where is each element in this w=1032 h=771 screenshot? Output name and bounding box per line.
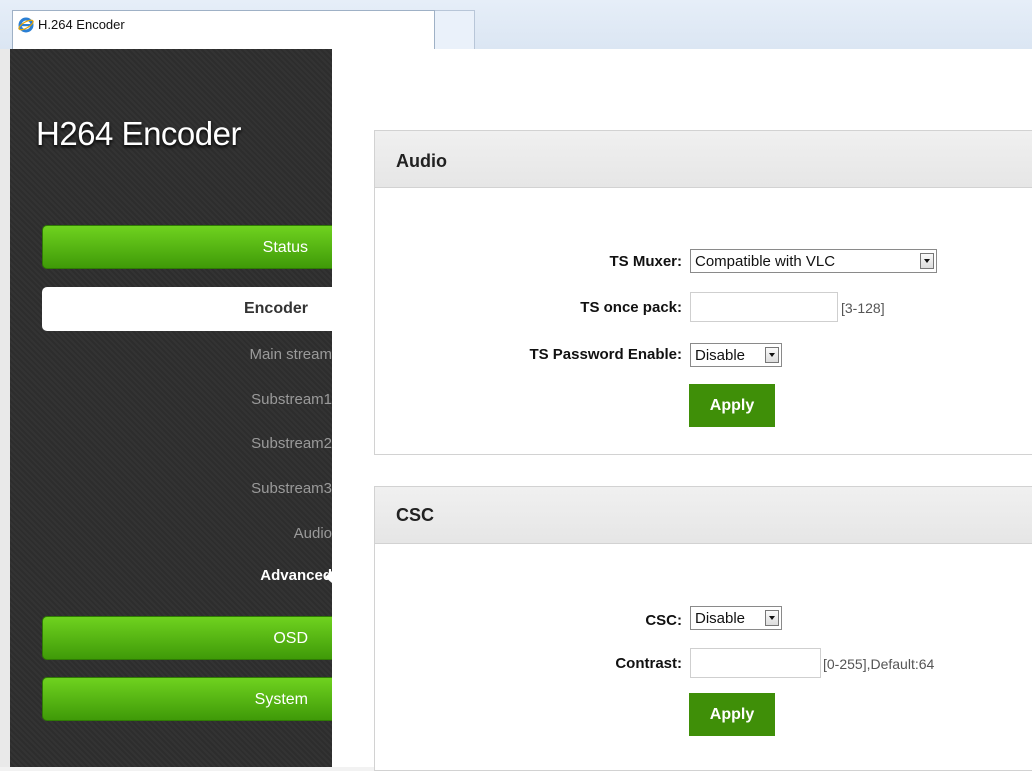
ts-muxer-select[interactable]: Compatible with VLC xyxy=(690,249,937,273)
nav-encoder-label: Encoder xyxy=(243,300,308,317)
sidebar-item-main-stream[interactable]: Main stream xyxy=(249,346,332,363)
csc-panel-header xyxy=(375,487,1032,544)
contrast-label: Contrast: xyxy=(615,655,682,672)
ts-once-pack-label: TS once pack: xyxy=(580,299,682,316)
ts-once-pack-input[interactable] xyxy=(690,292,838,322)
csc-apply-button[interactable]: Apply xyxy=(689,693,775,736)
nav-encoder[interactable]: Encoder xyxy=(42,287,332,331)
browser-tab-title: H.264 Encoder xyxy=(38,17,125,32)
nav-system-label: System xyxy=(254,691,308,708)
csc-label: CSC: xyxy=(645,612,682,629)
ts-muxer-value: Compatible with VLC xyxy=(695,253,836,270)
sidebar-item-substream2[interactable]: Substream2 xyxy=(251,435,332,452)
window-left-edge xyxy=(0,49,10,767)
browser-tab-bar: H.264 Encoder xyxy=(0,0,1032,50)
contrast-input[interactable] xyxy=(690,648,821,678)
csc-panel-title: CSC xyxy=(396,505,435,525)
csc-value: Disable xyxy=(695,610,746,627)
sidebar-item-audio[interactable]: Audio xyxy=(294,525,332,542)
audio-panel-title: Audio xyxy=(396,151,447,171)
audio-apply-button[interactable]: Apply xyxy=(689,384,775,427)
chevron-down-icon xyxy=(765,347,779,363)
ts-password-value: Disable xyxy=(695,347,746,364)
audio-panel-header xyxy=(375,131,1032,188)
sidebar-item-substream1[interactable]: Substream1 xyxy=(251,391,332,408)
ts-password-select[interactable]: Disable xyxy=(690,343,782,367)
chevron-down-icon xyxy=(765,610,779,626)
ie-browser-icon xyxy=(18,17,34,33)
nav-status-label: Status xyxy=(262,239,308,256)
nav-system[interactable]: System xyxy=(42,677,332,721)
csc-select[interactable]: Disable xyxy=(690,606,782,630)
contrast-hint: [0-255],Default:64 xyxy=(823,656,935,672)
ts-once-pack-hint: [3-128] xyxy=(841,300,885,316)
nav-osd-label: OSD xyxy=(273,630,308,647)
sidebar-item-substream3[interactable]: Substream3 xyxy=(251,480,332,497)
selected-arrow-icon xyxy=(325,571,332,583)
sidebar-item-advanced[interactable]: Advanced xyxy=(260,567,332,584)
nav-osd[interactable]: OSD xyxy=(42,616,332,660)
ts-password-label: TS Password Enable: xyxy=(529,346,682,363)
ts-muxer-label: TS Muxer: xyxy=(609,253,682,270)
brand-title: H264 Encoder xyxy=(36,115,241,152)
new-tab-button[interactable] xyxy=(435,10,475,49)
nav-status[interactable]: Status xyxy=(42,225,332,269)
chevron-down-icon xyxy=(920,253,934,269)
